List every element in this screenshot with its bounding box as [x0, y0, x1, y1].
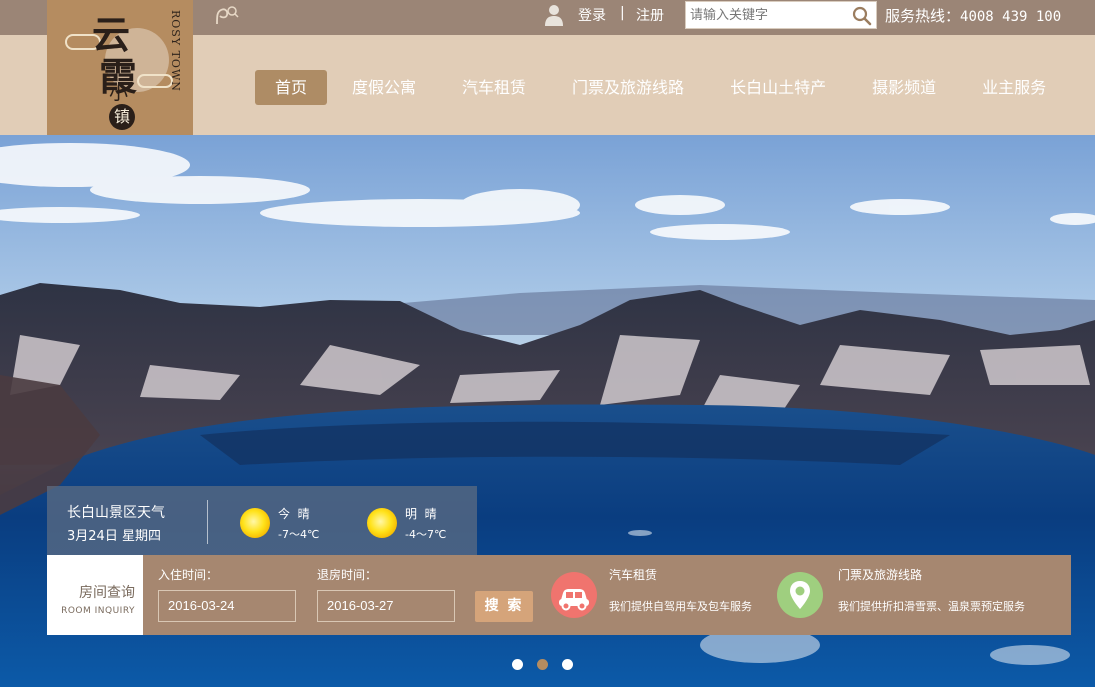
- weather-divider: [207, 500, 208, 544]
- weibo-search-icon[interactable]: [212, 4, 240, 28]
- carousel-dot-active[interactable]: [537, 659, 548, 670]
- register-link[interactable]: 注册: [636, 5, 664, 25]
- weather-weekday: 星期四: [121, 529, 161, 544]
- room-inquiry-bar: 房间查询 ROOM INQUIRY 入住时间： 退房时间： 2016-03-24…: [47, 555, 1071, 635]
- car-rental-icon-wrap[interactable]: [551, 572, 597, 618]
- nav-item-photography[interactable]: 摄影频道: [872, 70, 936, 105]
- tickets-routes-title[interactable]: 门票及旅游线路: [838, 566, 922, 583]
- room-inquiry-en: ROOM INQUIRY: [61, 606, 135, 616]
- weather-today-day: 今: [278, 507, 291, 521]
- carousel-dot[interactable]: [512, 659, 523, 670]
- search-input[interactable]: [686, 2, 851, 28]
- nav-item-home[interactable]: 首页: [255, 70, 328, 105]
- carousel-indicators: [512, 659, 582, 671]
- tickets-routes-desc: 我们提供折扣滑雪票、温泉票预定服务: [838, 600, 1025, 613]
- tickets-icon-wrap[interactable]: [777, 572, 823, 618]
- weather-date-text: 3月24日: [67, 529, 118, 544]
- weather-tomorrow-day: 明: [405, 507, 418, 521]
- nav-item-holiday-apartment[interactable]: 度假公寓: [352, 70, 416, 105]
- checkout-label: 退房时间：: [317, 568, 378, 582]
- nav-item-local-products[interactable]: 长白山土特产: [730, 70, 826, 105]
- checkin-label: 入住时间：: [158, 568, 219, 582]
- weather-panel: 长白山景区天气 3月24日 星期四 今 晴 -7～4℃ 明 晴 -4～7℃: [47, 486, 477, 556]
- search-box: [685, 1, 877, 29]
- weather-today-cond: 晴: [297, 507, 310, 521]
- logo-badge: 镇: [109, 104, 135, 130]
- hotline-number: 4008 439 100: [960, 9, 1062, 25]
- main-nav: 首页 度假公寓 汽车租赁 门票及旅游线路 长白山土特产 摄影频道 业主服务: [255, 70, 1046, 105]
- location-pin-icon: [790, 581, 810, 609]
- separator: |: [620, 5, 625, 21]
- search-icon[interactable]: [852, 6, 872, 26]
- sun-icon: [240, 508, 270, 538]
- user-icon: [545, 5, 563, 26]
- room-inquiry-cn: 房间查询: [79, 585, 135, 601]
- logo-cloud-icon: [137, 74, 173, 88]
- weather-today-label: 今 晴: [278, 505, 310, 522]
- weather-title: 长白山景区天气: [67, 505, 165, 521]
- sun-icon: [367, 508, 397, 538]
- weather-tomorrow-temp: -4～7℃: [405, 528, 447, 541]
- hotline: 服务热线：4008 439 100: [885, 5, 1061, 26]
- hotline-label: 服务热线：: [885, 7, 961, 25]
- car-rental-title[interactable]: 汽车租赁: [609, 566, 657, 583]
- nav-item-owner-service[interactable]: 业主服务: [982, 70, 1046, 105]
- site-logo[interactable]: 云 霞 ROSY TOWN 小 镇: [47, 0, 193, 135]
- nav-item-car-rental[interactable]: 汽车租赁: [462, 70, 526, 105]
- car-icon: [559, 589, 589, 611]
- login-link[interactable]: 登录: [578, 5, 606, 25]
- car-rental-desc: 我们提供自驾用车及包车服务: [609, 600, 752, 613]
- logo-english-text: ROSY TOWN: [169, 10, 182, 92]
- checkin-date-field[interactable]: 2016-03-24: [158, 590, 296, 622]
- weather-tomorrow-label: 明 晴: [405, 505, 437, 522]
- weather-date: 3月24日 星期四: [67, 525, 161, 544]
- search-button[interactable]: 搜 索: [475, 591, 533, 622]
- weather-today-temp: -7～4℃: [278, 528, 320, 541]
- carousel-dot[interactable]: [562, 659, 573, 670]
- weather-tomorrow-cond: 晴: [424, 507, 437, 521]
- nav-item-tickets-routes[interactable]: 门票及旅游线路: [572, 70, 684, 105]
- room-inquiry-label: 房间查询 ROOM INQUIRY: [47, 555, 143, 635]
- checkout-date-field[interactable]: 2016-03-27: [317, 590, 455, 622]
- logo-small-text: 小: [109, 82, 129, 104]
